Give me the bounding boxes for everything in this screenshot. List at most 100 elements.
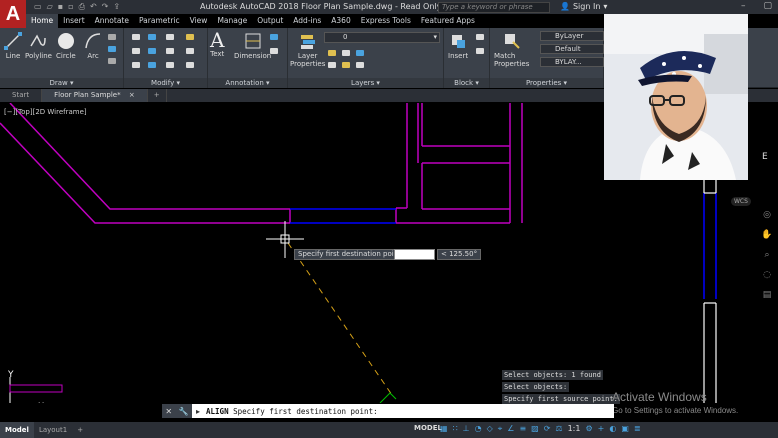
block-panel-label[interactable]: Block ▾ xyxy=(444,78,489,88)
tab-start[interactable]: Start xyxy=(0,89,43,102)
dynamic-input-field[interactable] xyxy=(394,249,435,260)
trim-icon[interactable] xyxy=(166,34,174,40)
properties-panel-label[interactable]: Properties ▾ xyxy=(490,78,603,88)
redo-icon[interactable]: ↷ xyxy=(102,2,109,12)
maximize-icon[interactable]: ▢ xyxy=(763,1,772,11)
tab-view[interactable]: View xyxy=(185,14,213,28)
layer-on-icon[interactable] xyxy=(328,50,336,56)
new-tab-button[interactable]: + xyxy=(148,89,167,102)
saveas-icon[interactable]: ▫ xyxy=(68,2,73,12)
new-layout-button[interactable]: + xyxy=(72,422,88,438)
lineweight-icon[interactable]: ≡ xyxy=(519,424,526,434)
selection-cycling-icon[interactable]: ⟳ xyxy=(544,424,551,434)
layer-properties-tool[interactable]: Layer Properties xyxy=(290,32,325,68)
signin-button[interactable]: 👤 Sign In ▾ xyxy=(560,2,607,11)
modify-panel-label[interactable]: Modify ▾ xyxy=(124,78,207,88)
tab-express-tools[interactable]: Express Tools xyxy=(356,14,416,28)
command-line[interactable]: ✕ 🔧 ▸ ALIGN Specify first destination po… xyxy=(162,404,614,418)
application-menu-button[interactable]: A xyxy=(0,0,26,28)
viewport-controls[interactable]: [−][Top][2D Wireframe] xyxy=(4,108,87,116)
insert-tool[interactable]: Insert xyxy=(448,32,468,60)
steering-wheel-icon[interactable]: ◎ xyxy=(763,210,771,220)
layer-match-icon[interactable] xyxy=(328,62,336,68)
layer-unisolate-icon[interactable] xyxy=(356,62,364,68)
explode-icon[interactable] xyxy=(186,48,194,54)
leader-icon[interactable] xyxy=(270,34,278,40)
print-icon[interactable]: ⎙ xyxy=(79,2,85,12)
fillet-icon[interactable] xyxy=(166,48,174,54)
array-icon[interactable] xyxy=(166,62,174,68)
pan-icon[interactable]: ✋ xyxy=(761,230,772,240)
tab-home[interactable]: Home xyxy=(26,14,59,28)
tab-output[interactable]: Output xyxy=(252,14,288,28)
tab-a360[interactable]: A360 xyxy=(326,14,355,28)
new-icon[interactable]: ▭ xyxy=(34,2,42,12)
close-icon[interactable]: ✕ xyxy=(165,407,172,416)
otrack-icon[interactable]: ∠ xyxy=(507,424,514,434)
rotate-icon[interactable] xyxy=(148,34,156,40)
dimension-tool[interactable]: Dimension xyxy=(234,32,271,60)
move-icon[interactable] xyxy=(132,34,140,40)
save-icon[interactable]: ▪ xyxy=(58,2,63,12)
minimize-icon[interactable]: – xyxy=(741,1,746,11)
orbit-icon[interactable]: ◌ xyxy=(763,270,771,280)
annotation-panel-label[interactable]: Annotation ▾ xyxy=(208,78,287,88)
tab-layout1[interactable]: Layout1 xyxy=(34,422,72,438)
workspace-gear-icon[interactable]: ⚙ xyxy=(585,424,592,434)
layer-lock-icon[interactable] xyxy=(356,50,364,56)
tab-insert[interactable]: Insert xyxy=(58,14,90,28)
showmotion-icon[interactable]: ▤ xyxy=(763,290,772,300)
share-icon[interactable]: ⇪ xyxy=(113,2,120,12)
line-tool[interactable]: Line xyxy=(4,32,22,60)
plus-icon[interactable]: + xyxy=(598,424,605,434)
isolate-icon[interactable]: ◐ xyxy=(609,424,616,434)
undo-icon[interactable]: ↶ xyxy=(90,2,97,12)
isodraft-icon[interactable]: ◇ xyxy=(487,424,493,434)
tab-add-ins[interactable]: Add-ins xyxy=(288,14,326,28)
tab-featured-apps[interactable]: Featured Apps xyxy=(416,14,480,28)
layer-dropdown[interactable]: 0 ▾ xyxy=(324,32,440,43)
search-input[interactable]: Type a keyword or phrase xyxy=(438,2,550,13)
close-icon[interactable]: × xyxy=(129,91,135,99)
tab-floor-plan[interactable]: Floor Plan Sample* × xyxy=(42,89,148,102)
mirror-icon[interactable] xyxy=(148,48,156,54)
tab-model[interactable]: Model xyxy=(0,422,34,438)
stretch-icon[interactable] xyxy=(132,62,140,68)
model-space-toggle[interactable]: MODEL xyxy=(414,424,442,432)
color-dropdown[interactable]: ByLayer xyxy=(540,31,604,41)
osnap-icon[interactable]: ⌖ xyxy=(498,424,503,434)
grid-icon[interactable]: ▦ xyxy=(440,424,448,434)
copy-icon[interactable] xyxy=(132,48,140,54)
layer-freeze-icon[interactable] xyxy=(342,50,350,56)
match-properties-tool[interactable]: Match Properties xyxy=(494,32,529,68)
circle-tool[interactable]: Circle xyxy=(56,32,76,60)
polyline-tool[interactable]: Polyline xyxy=(25,32,52,60)
rectangle-icon[interactable] xyxy=(108,34,116,40)
zoom-icon[interactable]: ⌕ xyxy=(764,250,769,260)
draw-panel-label[interactable]: Draw ▾ xyxy=(0,78,123,88)
linetype-dropdown[interactable]: BYLAY... xyxy=(540,57,604,67)
transparency-icon[interactable]: ▨ xyxy=(531,424,539,434)
hardware-accel-icon[interactable]: ▣ xyxy=(621,424,629,434)
ellipse-icon[interactable] xyxy=(108,58,116,64)
wcs-menu[interactable]: WCS xyxy=(731,197,751,206)
tab-manage[interactable]: Manage xyxy=(212,14,252,28)
annotation-scale-icon[interactable]: ⚖ xyxy=(555,424,562,434)
table-icon[interactable] xyxy=(270,48,278,54)
offset-icon[interactable] xyxy=(186,62,194,68)
scale-icon[interactable] xyxy=(148,62,156,68)
tab-parametric[interactable]: Parametric xyxy=(134,14,185,28)
tab-annotate[interactable]: Annotate xyxy=(90,14,134,28)
create-block-icon[interactable] xyxy=(476,34,484,40)
edit-block-icon[interactable] xyxy=(476,48,484,54)
ortho-icon[interactable]: ⊥ xyxy=(463,424,470,434)
erase-icon[interactable] xyxy=(186,34,194,40)
arc-tool[interactable]: Arc xyxy=(84,32,102,60)
customize-icon[interactable]: ≣ xyxy=(634,424,641,434)
hatch-icon[interactable] xyxy=(108,46,116,52)
lineweight-dropdown[interactable]: Default xyxy=(540,44,604,54)
snap-icon[interactable]: ∷ xyxy=(453,424,458,434)
text-tool[interactable]: A Text xyxy=(210,30,224,58)
layers-panel-label[interactable]: Layers ▾ xyxy=(288,78,443,88)
polar-icon[interactable]: ◔ xyxy=(475,424,482,434)
